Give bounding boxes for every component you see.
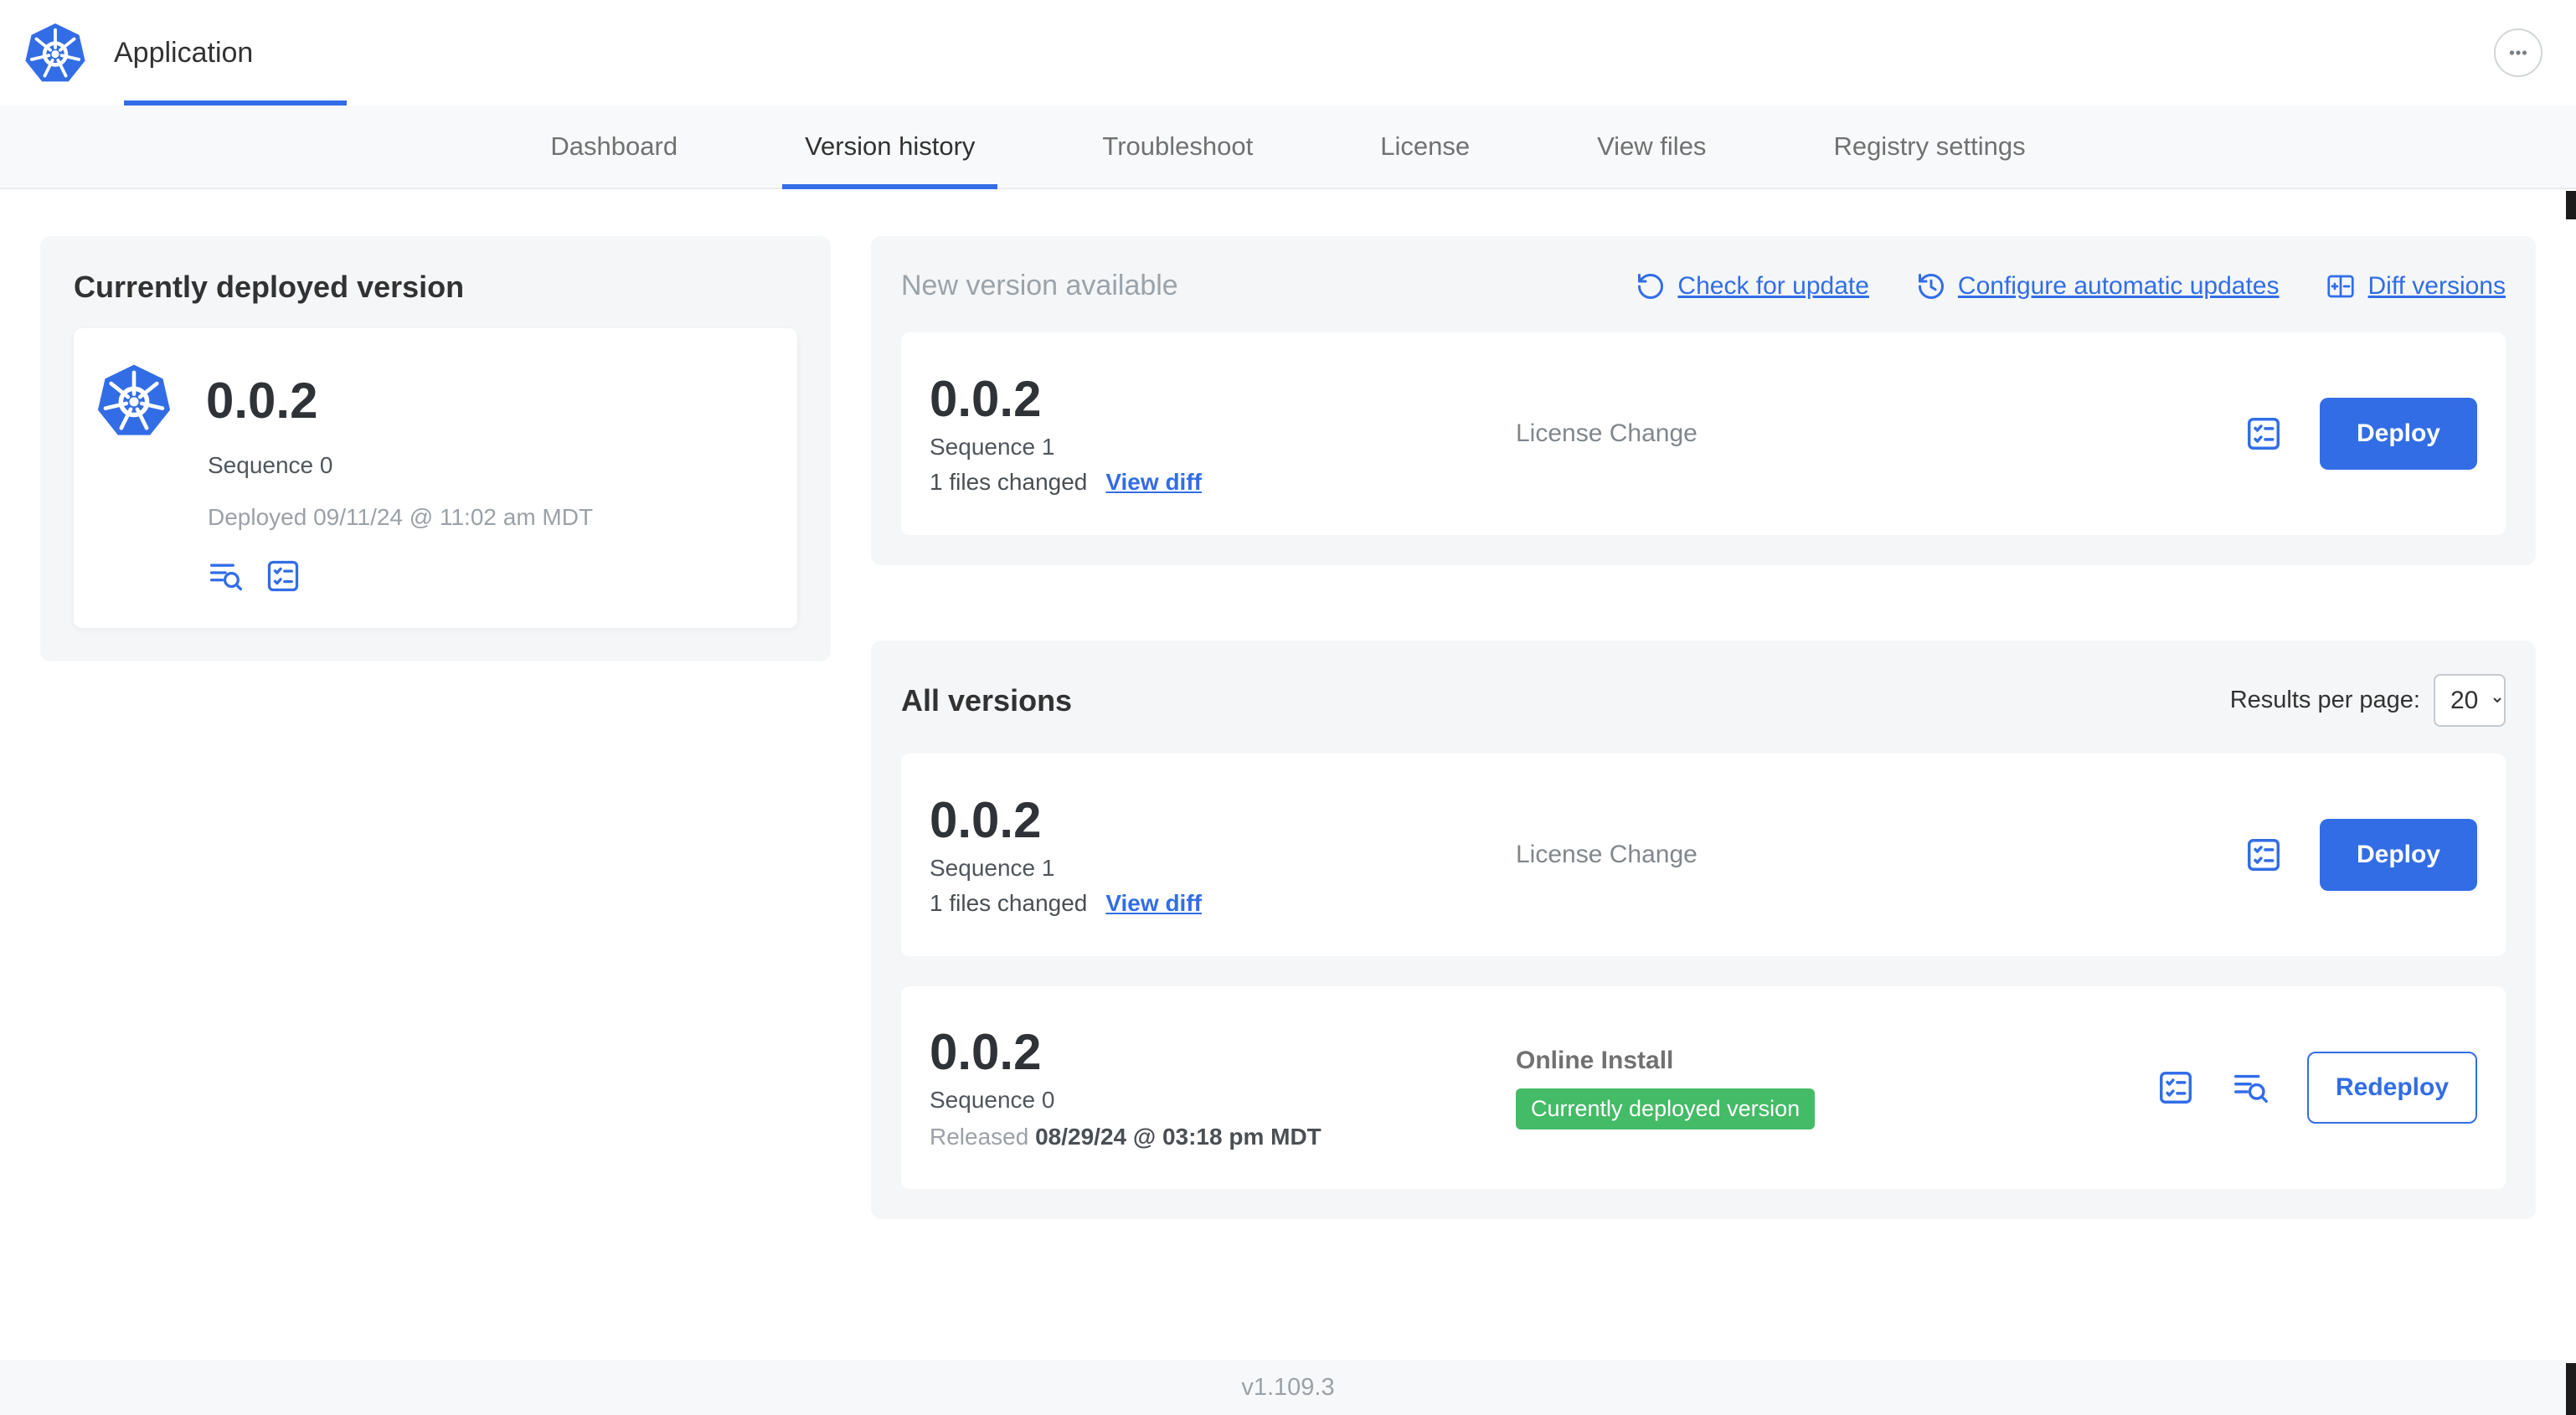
tab-version-history[interactable]: Version history bbox=[782, 105, 998, 189]
release-notes-icon[interactable] bbox=[2232, 1068, 2270, 1107]
diff-icon bbox=[2327, 275, 2355, 297]
redeploy-button[interactable]: Redeploy bbox=[2306, 1052, 2477, 1124]
ellipsis-icon bbox=[2509, 50, 2527, 55]
currently-deployed-badge: Currently deployed version bbox=[1516, 1088, 1816, 1129]
check-for-update-link[interactable]: Check for update bbox=[1636, 271, 1869, 301]
version-source-label: Online Install bbox=[1516, 1046, 1674, 1074]
preflight-checks-icon[interactable] bbox=[2244, 836, 2283, 874]
release-notes-icon[interactable] bbox=[208, 558, 245, 594]
deploy-button[interactable]: Deploy bbox=[2319, 398, 2477, 470]
currently-deployed-version-card: 0.0.2 Sequence 0 Deployed 09/11/24 @ 11:… bbox=[74, 328, 797, 628]
version-number: 0.0.2 bbox=[930, 370, 1042, 427]
currently-deployed-card: Currently deployed version 0.0.2 Sequenc… bbox=[40, 236, 831, 661]
sequence-label: Sequence 1 bbox=[930, 854, 1055, 881]
configure-automatic-updates-link[interactable]: Configure automatic updates bbox=[1916, 271, 2279, 301]
app-brand[interactable]: Application bbox=[23, 0, 253, 105]
current-deployed-timestamp: Deployed 09/11/24 @ 11:02 am MDT bbox=[208, 504, 594, 530]
current-version-number: 0.0.2 bbox=[206, 372, 318, 429]
tab-license[interactable]: License bbox=[1380, 105, 1470, 188]
results-per-page-label: Results per page: bbox=[2229, 687, 2420, 713]
console-version-label: v1.109.3 bbox=[1241, 1373, 1335, 1401]
top-header: Application bbox=[0, 0, 2576, 105]
files-changed-label: 1 files changed bbox=[930, 889, 1088, 916]
version-row-sequence-1: 0.0.2 Sequence 1 1 files changed View di… bbox=[901, 754, 2506, 956]
version-row-sequence-0: 0.0.2 Sequence 0 Released 08/29/24 @ 03:… bbox=[901, 986, 2506, 1189]
new-version-row: 0.0.2 Sequence 1 1 files changed View di… bbox=[901, 332, 2506, 535]
diff-versions-link[interactable]: Diff versions bbox=[2326, 271, 2506, 301]
results-per-page-select[interactable]: 20 bbox=[2434, 674, 2506, 727]
version-source-block: Online Install Currently deployed versio… bbox=[1516, 1047, 2156, 1129]
preflight-checks-icon[interactable] bbox=[265, 558, 301, 594]
released-timestamp: Released 08/29/24 @ 03:18 pm MDT bbox=[930, 1123, 1321, 1150]
version-number: 0.0.2 bbox=[930, 1023, 1042, 1080]
refresh-icon bbox=[1638, 273, 1664, 299]
tab-troubleshoot[interactable]: Troubleshoot bbox=[1102, 105, 1253, 188]
schedule-update-icon bbox=[1918, 273, 1944, 299]
sequence-label: Sequence 1 bbox=[930, 433, 1055, 460]
preflight-checks-icon[interactable] bbox=[2156, 1068, 2195, 1107]
preflight-checks-icon[interactable] bbox=[2244, 414, 2283, 453]
app-active-underline bbox=[124, 100, 347, 105]
tab-view-files[interactable]: View files bbox=[1597, 105, 1706, 188]
view-diff-link[interactable]: View diff bbox=[1105, 469, 1202, 496]
scrollbar-thumb[interactable] bbox=[2566, 1363, 2576, 1415]
console-footer: v1.109.3 bbox=[0, 1360, 2576, 1415]
overflow-menu-button[interactable] bbox=[2494, 28, 2543, 77]
view-diff-link[interactable]: View diff bbox=[1105, 890, 1202, 917]
app-title[interactable]: Application bbox=[114, 37, 253, 69]
app-tab-bar: Dashboard Version history Troubleshoot L… bbox=[0, 105, 2576, 189]
app-icon bbox=[95, 362, 173, 439]
new-version-available-title: New version available bbox=[901, 270, 1178, 301]
files-changed-label: 1 files changed bbox=[930, 468, 1088, 495]
all-versions-title: All versions bbox=[901, 682, 1073, 718]
version-history-page: Currently deployed version 0.0.2 Sequenc… bbox=[0, 189, 2576, 1360]
version-number: 0.0.2 bbox=[930, 791, 1042, 848]
sequence-label: Sequence 0 bbox=[930, 1086, 1055, 1113]
deploy-button[interactable]: Deploy bbox=[2319, 819, 2477, 891]
tab-dashboard[interactable]: Dashboard bbox=[550, 105, 677, 188]
current-sequence-label: Sequence 0 bbox=[208, 452, 333, 478]
version-source-label: License Change bbox=[1516, 841, 1698, 868]
new-version-available-card: New version available Check for update C… bbox=[871, 236, 2536, 565]
currently-deployed-title: Currently deployed version bbox=[74, 270, 465, 304]
version-source-label: License Change bbox=[1516, 419, 1698, 447]
all-versions-card: All versions Results per page: 20 0.0.2 … bbox=[871, 641, 2536, 1219]
scrollbar-thumb[interactable] bbox=[2566, 191, 2576, 219]
kubernetes-logo-icon bbox=[23, 21, 87, 85]
tab-registry-settings[interactable]: Registry settings bbox=[1833, 105, 2025, 188]
